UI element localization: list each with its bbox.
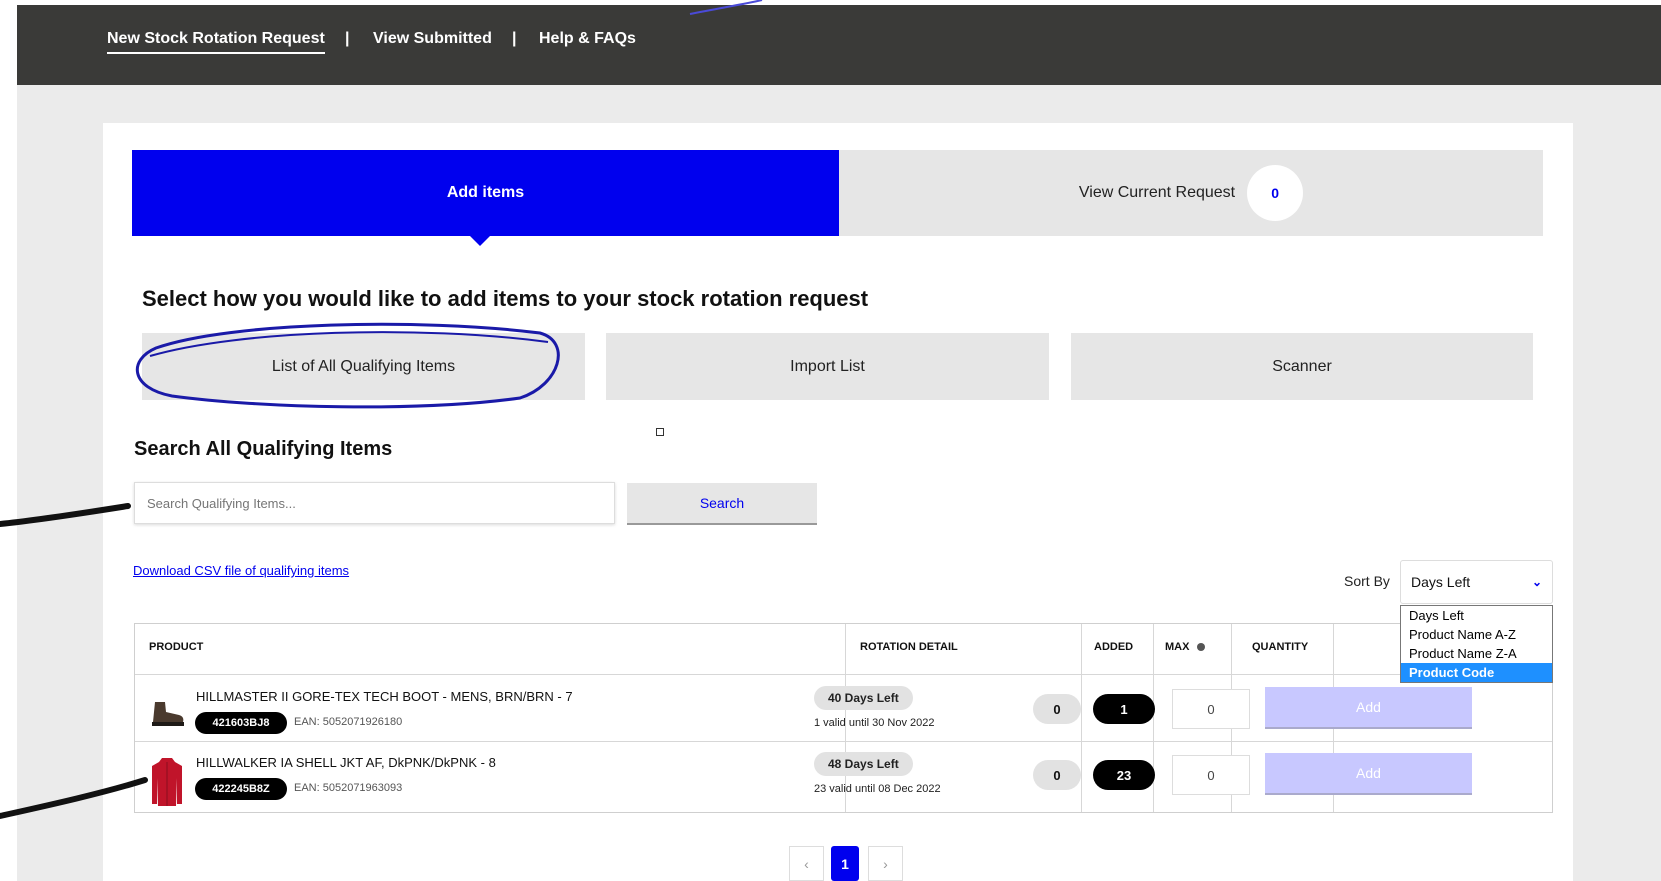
nav-help-faqs[interactable]: Help & FAQs — [539, 30, 636, 48]
method-list-of-all-qualifying-items-button[interactable]: List of All Qualifying Items — [142, 333, 585, 400]
jacket-icon — [152, 758, 182, 806]
nav-new-stock-rotation-request[interactable]: New Stock Rotation Request — [107, 30, 325, 54]
column-header-product: PRODUCT — [149, 641, 204, 653]
pagination-page-1[interactable]: 1 — [831, 846, 859, 881]
sort-by-label: Sort By — [1344, 573, 1390, 589]
sort-by-select[interactable]: Days Left ⌄ — [1400, 560, 1553, 604]
search-section-title: Search All Qualifying Items — [134, 438, 393, 460]
sort-option-name-a-z[interactable]: Product Name A-Z — [1401, 625, 1552, 644]
qualifying-items-table: PRODUCT ROTATION DETAIL ADDED MAX QUANTI… — [134, 623, 1553, 813]
max-count-badge: 23 — [1093, 760, 1155, 790]
add-item-button[interactable]: Add — [1265, 687, 1472, 729]
active-tab-caret-icon — [470, 236, 490, 246]
info-icon[interactable] — [1196, 643, 1205, 652]
column-header-max: MAX — [1165, 641, 1205, 653]
small-square-marker — [656, 428, 664, 436]
tab-add-items-label: Add items — [446, 184, 525, 201]
table-divider — [135, 674, 1552, 675]
chevron-down-icon: ⌄ — [1531, 575, 1542, 589]
column-header-added: ADDED — [1094, 641, 1134, 653]
days-left-badge: 48 Days Left — [814, 752, 913, 776]
column-header-max-label: MAX — [1165, 641, 1190, 653]
add-method-heading: Select how you would like to add items t… — [142, 286, 869, 311]
product-name: HILLWALKER IA SHELL JKT AF, DkPNK/DkPNK … — [196, 755, 496, 770]
nav-separator: | — [512, 30, 517, 47]
method-list-label: List of All Qualifying Items — [271, 357, 456, 375]
valid-until-text: 23 valid until 08 Dec 2022 — [814, 783, 941, 795]
sort-selected-value: Days Left — [1411, 574, 1471, 590]
product-name: HILLMASTER II GORE-TEX TECH BOOT - MENS,… — [196, 689, 573, 704]
added-count-badge: 0 — [1033, 760, 1081, 790]
table-divider — [135, 741, 1552, 742]
method-import-label: Import List — [790, 357, 865, 375]
days-left-badge: 40 Days Left — [814, 686, 913, 710]
download-csv-link[interactable]: Download CSV file of qualifying items — [133, 563, 349, 578]
max-count-badge: 1 — [1093, 694, 1155, 724]
tab-add-items[interactable]: Add items — [132, 150, 839, 236]
nav-separator: | — [345, 30, 350, 47]
tab-view-current-label: View Current Request — [1078, 184, 1236, 201]
pagination-prev-button[interactable]: ‹ — [789, 846, 824, 881]
product-code-badge: 422245B8Z — [195, 778, 287, 800]
tab-view-current-request[interactable]: View Current Request 0 — [839, 150, 1543, 236]
quantity-input[interactable] — [1172, 755, 1250, 795]
sort-option-name-z-a[interactable]: Product Name Z-A — [1401, 644, 1552, 663]
method-import-list-button[interactable]: Import List — [606, 333, 1049, 400]
search-input[interactable] — [134, 482, 615, 524]
valid-until-text: 1 valid until 30 Nov 2022 — [814, 717, 935, 729]
table-divider — [1153, 624, 1154, 812]
product-code-badge: 421603BJ8 — [195, 712, 287, 734]
column-header-rotation-detail: ROTATION DETAIL — [860, 641, 958, 653]
table-divider — [1081, 624, 1082, 812]
added-count-badge: 0 — [1033, 694, 1081, 724]
sort-option-product-code[interactable]: Product Code — [1401, 663, 1552, 682]
boot-icon — [152, 702, 184, 726]
search-button[interactable]: Search — [627, 483, 817, 525]
add-item-button[interactable]: Add — [1265, 753, 1472, 795]
pagination-next-button[interactable]: › — [868, 846, 903, 881]
method-scanner-label: Scanner — [1272, 357, 1332, 375]
column-header-quantity: QUANTITY — [1252, 641, 1309, 653]
quantity-input[interactable] — [1172, 689, 1250, 729]
sort-options-dropdown: Days Left Product Name A-Z Product Name … — [1400, 605, 1553, 683]
nav-view-submitted[interactable]: View Submitted — [373, 30, 492, 48]
sort-option-days-left[interactable]: Days Left — [1401, 606, 1552, 625]
product-ean: EAN: 5052071963093 — [294, 782, 403, 794]
current-request-count-badge: 0 — [1247, 165, 1304, 221]
product-ean: EAN: 5052071926180 — [294, 716, 403, 728]
method-scanner-button[interactable]: Scanner — [1071, 333, 1533, 400]
